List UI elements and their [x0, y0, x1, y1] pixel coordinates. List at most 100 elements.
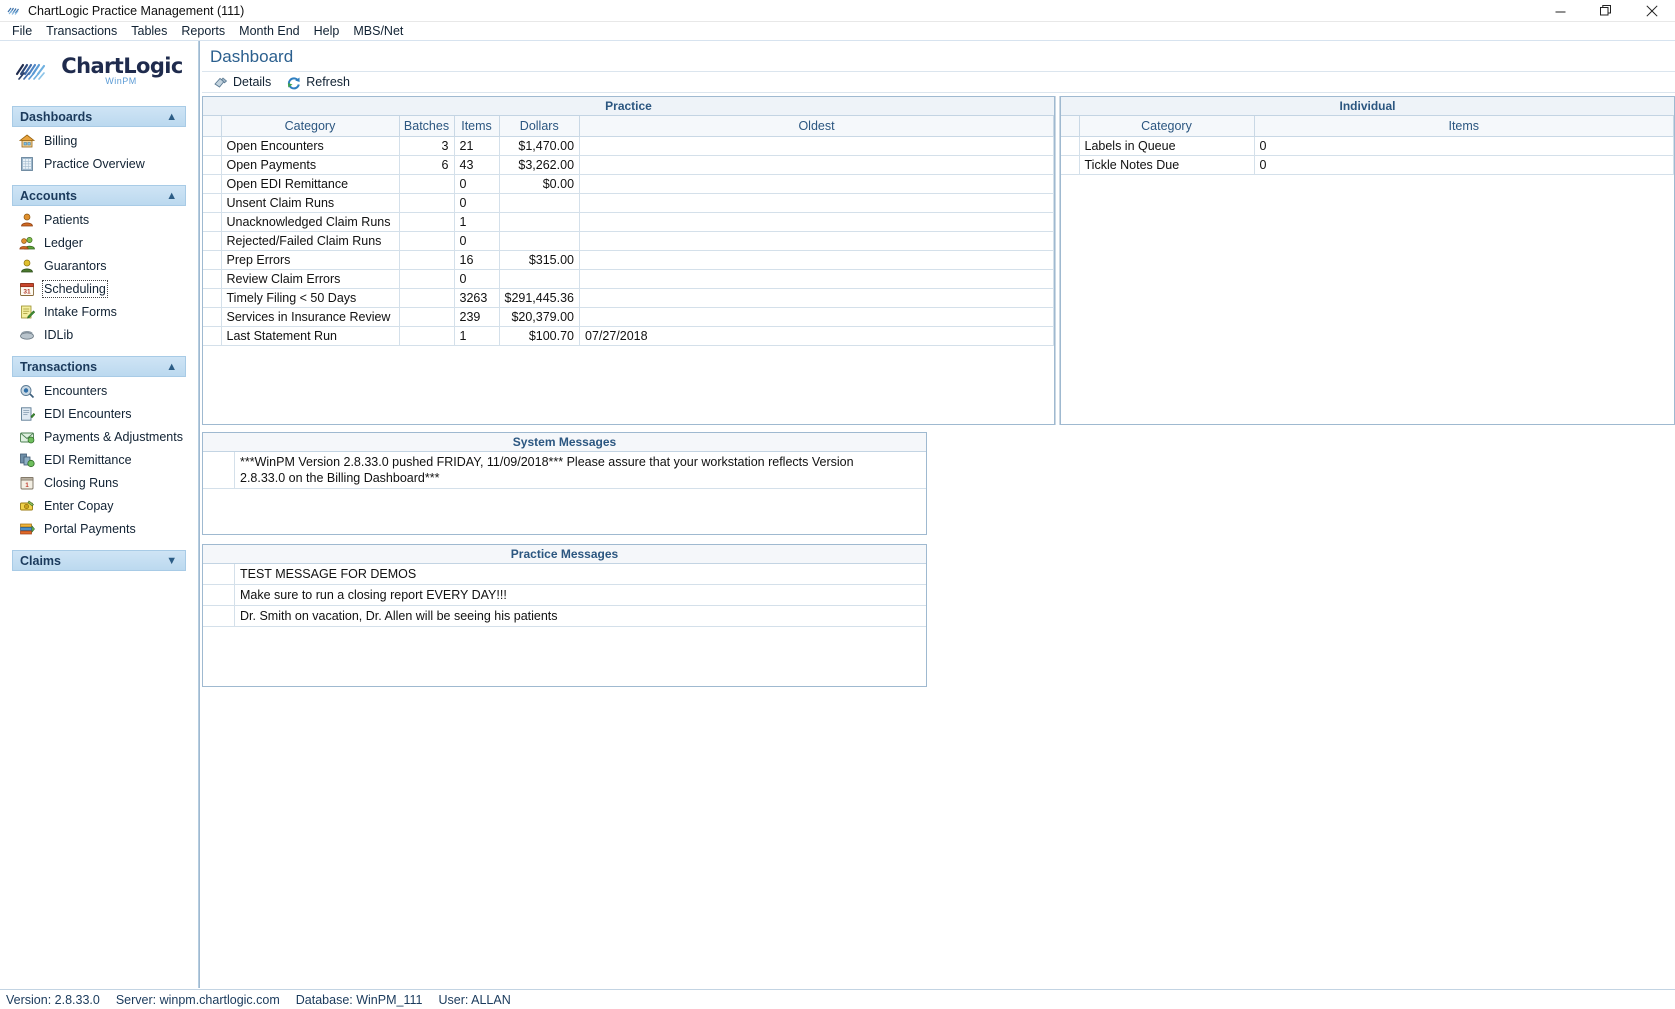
- cell-items: 0: [1254, 136, 1674, 155]
- chevron-up-icon[interactable]: ▲: [166, 111, 178, 123]
- group-header-transactions[interactable]: Transactions ▲: [12, 356, 186, 377]
- table-row[interactable]: Timely Filing < 50 Days3263$291,445.36: [203, 288, 1054, 307]
- cell-category: Rejected/Failed Claim Runs: [221, 231, 399, 250]
- menu-bar: File Transactions Tables Reports Month E…: [0, 22, 1675, 41]
- details-button[interactable]: Details: [210, 73, 277, 91]
- sidebar-item-label: Enter Copay: [44, 499, 113, 513]
- restore-button[interactable]: [1583, 0, 1629, 22]
- group-title-transactions: Transactions: [20, 360, 97, 374]
- table-row[interactable]: Last Statement Run1$100.7007/27/2018: [203, 326, 1054, 345]
- row-gutter[interactable]: [203, 326, 221, 345]
- table-row[interactable]: Tickle Notes Due0: [1061, 155, 1674, 174]
- cell-dollars: [499, 193, 580, 212]
- sidebar-item-edi-remittance[interactable]: EDI Remittance: [12, 448, 186, 471]
- table-row[interactable]: Open Payments643$3,262.00: [203, 155, 1054, 174]
- row-gutter[interactable]: [203, 585, 235, 605]
- table-row[interactable]: Services in Insurance Review239$20,379.0…: [203, 307, 1054, 326]
- table-row[interactable]: Rejected/Failed Claim Runs0: [203, 231, 1054, 250]
- sidebar-item-ledger[interactable]: Ledger: [12, 231, 186, 254]
- col-category[interactable]: Category: [221, 116, 399, 136]
- individual-panel: Individual Category Items Labels in Queu…: [1060, 96, 1675, 425]
- list-item[interactable]: Make sure to run a closing report EVERY …: [203, 585, 926, 606]
- sidebar-item-billing[interactable]: Billing: [12, 129, 186, 152]
- list-item[interactable]: Dr. Smith on vacation, Dr. Allen will be…: [203, 606, 926, 627]
- row-gutter[interactable]: [203, 269, 221, 288]
- menu-help[interactable]: Help: [307, 23, 347, 39]
- sidebar-item-label: Ledger: [44, 236, 83, 250]
- table-row[interactable]: Unsent Claim Runs0: [203, 193, 1054, 212]
- col-items[interactable]: Items: [454, 116, 499, 136]
- col-oldest[interactable]: Oldest: [580, 116, 1054, 136]
- row-gutter[interactable]: [203, 136, 221, 155]
- row-gutter[interactable]: [203, 155, 221, 174]
- system-messages-title: System Messages: [203, 433, 926, 452]
- row-gutter[interactable]: [203, 606, 235, 626]
- sidebar-group-accounts: Accounts ▲ Patients: [12, 185, 186, 346]
- row-gutter[interactable]: [1061, 155, 1079, 174]
- table-row[interactable]: Open EDI Remittance0$0.00: [203, 174, 1054, 193]
- row-gutter[interactable]: [203, 250, 221, 269]
- guarantor-person-icon: [18, 257, 36, 275]
- cell-category: Timely Filing < 50 Days: [221, 288, 399, 307]
- sidebar-item-portal-payments[interactable]: Portal Payments: [12, 517, 186, 540]
- menu-mbs-net[interactable]: MBS/Net: [346, 23, 410, 39]
- row-gutter[interactable]: [203, 452, 235, 488]
- row-gutter[interactable]: [1061, 136, 1079, 155]
- menu-month-end[interactable]: Month End: [232, 23, 306, 39]
- cell-items: 16: [454, 250, 499, 269]
- calendar-icon: 31: [18, 280, 36, 298]
- minimize-button[interactable]: [1537, 0, 1583, 22]
- sidebar-item-closing-runs[interactable]: 1 Closing Runs: [12, 471, 186, 494]
- col-category[interactable]: Category: [1079, 116, 1254, 136]
- row-gutter[interactable]: [203, 193, 221, 212]
- row-gutter[interactable]: [203, 288, 221, 307]
- refresh-button[interactable]: Refresh: [283, 73, 356, 91]
- menu-reports[interactable]: Reports: [174, 23, 232, 39]
- sidebar-item-idlib[interactable]: IDLib: [12, 323, 186, 346]
- sidebar-item-scheduling[interactable]: 31 Scheduling: [12, 277, 186, 300]
- sidebar-item-label: Guarantors: [44, 259, 107, 273]
- cell-dollars: $3,262.00: [499, 155, 580, 174]
- table-row[interactable]: Prep Errors16$315.00: [203, 250, 1054, 269]
- menu-tables[interactable]: Tables: [124, 23, 174, 39]
- chevron-up-icon[interactable]: ▲: [166, 361, 178, 373]
- details-icon: [212, 74, 228, 90]
- chevron-up-icon[interactable]: ▲: [166, 190, 178, 202]
- table-row[interactable]: Open Encounters321$1,470.00: [203, 136, 1054, 155]
- sidebar-item-practice-overview[interactable]: Practice Overview: [12, 152, 186, 175]
- table-row[interactable]: Unacknowledged Claim Runs1: [203, 212, 1054, 231]
- group-header-claims[interactable]: Claims ▼: [12, 550, 186, 571]
- cell-batches: [399, 307, 454, 326]
- sidebar-item-guarantors[interactable]: Guarantors: [12, 254, 186, 277]
- group-header-dashboards[interactable]: Dashboards ▲: [12, 106, 186, 127]
- menu-transactions[interactable]: Transactions: [39, 23, 124, 39]
- col-items[interactable]: Items: [1254, 116, 1674, 136]
- table-row[interactable]: Review Claim Errors0: [203, 269, 1054, 288]
- sidebar-item-encounters[interactable]: Encounters: [12, 379, 186, 402]
- group-header-accounts[interactable]: Accounts ▲: [12, 185, 186, 206]
- row-gutter[interactable]: [203, 307, 221, 326]
- sidebar-item-edi-encounters[interactable]: EDI Encounters: [12, 402, 186, 425]
- row-gutter[interactable]: [203, 212, 221, 231]
- close-button[interactable]: [1629, 0, 1675, 22]
- col-dollars[interactable]: Dollars: [499, 116, 580, 136]
- sidebar-item-payments-adjustments[interactable]: Payments & Adjustments: [12, 425, 186, 448]
- cell-items: 0: [454, 174, 499, 193]
- list-item[interactable]: TEST MESSAGE FOR DEMOS: [203, 564, 926, 585]
- menu-file[interactable]: File: [5, 23, 39, 39]
- list-item[interactable]: ***WinPM Version 2.8.33.0 pushed FRIDAY,…: [203, 452, 926, 489]
- row-gutter[interactable]: [203, 174, 221, 193]
- sidebar-item-patients[interactable]: Patients: [12, 208, 186, 231]
- sidebar-item-label: Payments & Adjustments: [44, 430, 183, 444]
- cell-oldest: [580, 155, 1054, 174]
- cell-items: 0: [1254, 155, 1674, 174]
- status-user: User: ALLAN: [438, 993, 510, 1007]
- sidebar-item-enter-copay[interactable]: Enter Copay: [12, 494, 186, 517]
- sidebar-item-intake-forms[interactable]: Intake Forms: [12, 300, 186, 323]
- table-row[interactable]: Labels in Queue0: [1061, 136, 1674, 155]
- row-gutter[interactable]: [203, 564, 235, 584]
- cell-batches: [399, 174, 454, 193]
- chevron-down-icon[interactable]: ▼: [166, 555, 178, 567]
- row-gutter[interactable]: [203, 231, 221, 250]
- col-batches[interactable]: Batches: [399, 116, 454, 136]
